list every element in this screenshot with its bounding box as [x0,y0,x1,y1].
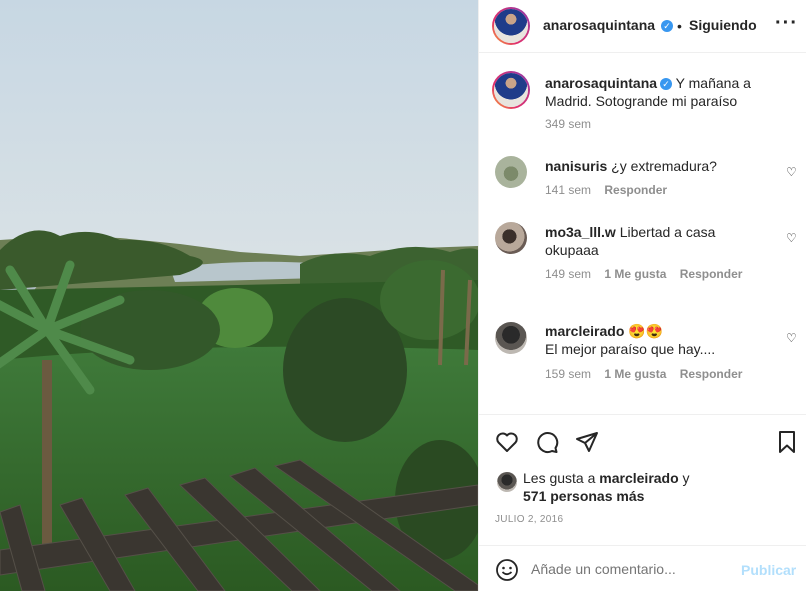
liker-username[interactable]: marcleirado [599,470,678,486]
comment-time[interactable]: 141 sem [545,183,591,197]
comment-item: mo3a_lll.w Libertad a casa okupaaa [545,223,775,259]
comment-likes[interactable]: 1 Me gusta [604,267,666,281]
comment-meta: 159 sem 1 Me gusta Responder [545,367,742,381]
likes-prefix: Les gusta a [523,470,596,486]
caption-line2: Madrid. Sotogrande mi paraíso [545,93,738,109]
comment-avatar[interactable] [495,222,527,254]
like-comment-heart-icon[interactable]: ♡ [786,332,798,344]
share-icon[interactable] [575,430,599,454]
reply-button[interactable]: Responder [680,267,743,281]
reply-button[interactable]: Responder [604,183,667,197]
comment-meta: 149 sem 1 Me gusta Responder [545,267,742,281]
verified-icon: ✓ [661,20,673,32]
comment-time[interactable]: 149 sem [545,267,591,281]
more-icon[interactable]: ··· [775,12,798,35]
comment-meta: 141 sem Responder [545,183,667,197]
comment-username[interactable]: mo3a_lll.w [545,224,616,240]
separator-dot: • [677,18,682,34]
comment-item: nanisuris ¿y extremadura? [545,157,775,175]
author-avatar[interactable] [492,7,530,45]
comment-icon[interactable] [535,430,559,454]
like-comment-heart-icon[interactable]: ♡ [786,166,798,178]
post-date[interactable]: JULIO 2, 2016 [495,514,563,525]
comment-avatar[interactable] [495,322,527,354]
publish-button[interactable]: Publicar [741,562,796,578]
reply-button[interactable]: Responder [680,367,743,381]
like-heart-icon[interactable] [495,430,519,454]
liker-avatar[interactable] [497,472,517,492]
comment-text: ¿y extremadura? [611,158,717,174]
following-button[interactable]: Siguiendo [689,17,757,33]
comment-avatar[interactable] [495,156,527,188]
post-side-panel: anarosaquintana ✓ • Siguiendo ··· anaros… [478,0,806,591]
emoji-icon[interactable] [495,558,519,582]
post-header: anarosaquintana ✓ • Siguiendo ··· [479,0,806,53]
comment-username[interactable]: marcleirado [545,323,624,339]
caption-time[interactable]: 349 sem [545,117,591,131]
comment-username[interactable]: nanisuris [545,158,607,174]
like-comment-heart-icon[interactable]: ♡ [786,232,798,244]
likes-others[interactable]: 571 personas más [523,488,644,504]
verified-icon: ✓ [660,78,673,91]
caption-text: anarosaquintana ✓ Y mañana a Madrid. Soto… [545,74,795,110]
comment-time[interactable]: 159 sem [545,367,591,381]
landscape-image [0,0,478,591]
comment-item: marcleirado 😍😍 El mejor paraíso que hay.… [545,322,775,358]
comment-likes[interactable]: 1 Me gusta [604,367,666,381]
caption-username[interactable]: anarosaquintana [545,75,657,91]
caption-avatar[interactable] [492,71,530,109]
caption-line1: Y mañana a [675,75,751,91]
comment-text: El mejor paraíso que hay.... [545,341,716,357]
action-bar [479,414,806,453]
comment-input[interactable] [531,557,731,581]
comment-text-line2: okupaaa [545,242,599,258]
author-username[interactable]: anarosaquintana [543,17,655,33]
add-comment-bar: Publicar [479,545,806,591]
likes-connector: y [682,470,690,486]
comment-text-line1: Libertad a casa [619,224,716,240]
likes-summary: Les gusta a marcleirado y 571 personas m… [523,469,793,505]
comment-emoji: 😍😍 [628,323,664,339]
post-photo[interactable] [0,0,478,591]
bookmark-icon[interactable] [775,430,799,454]
